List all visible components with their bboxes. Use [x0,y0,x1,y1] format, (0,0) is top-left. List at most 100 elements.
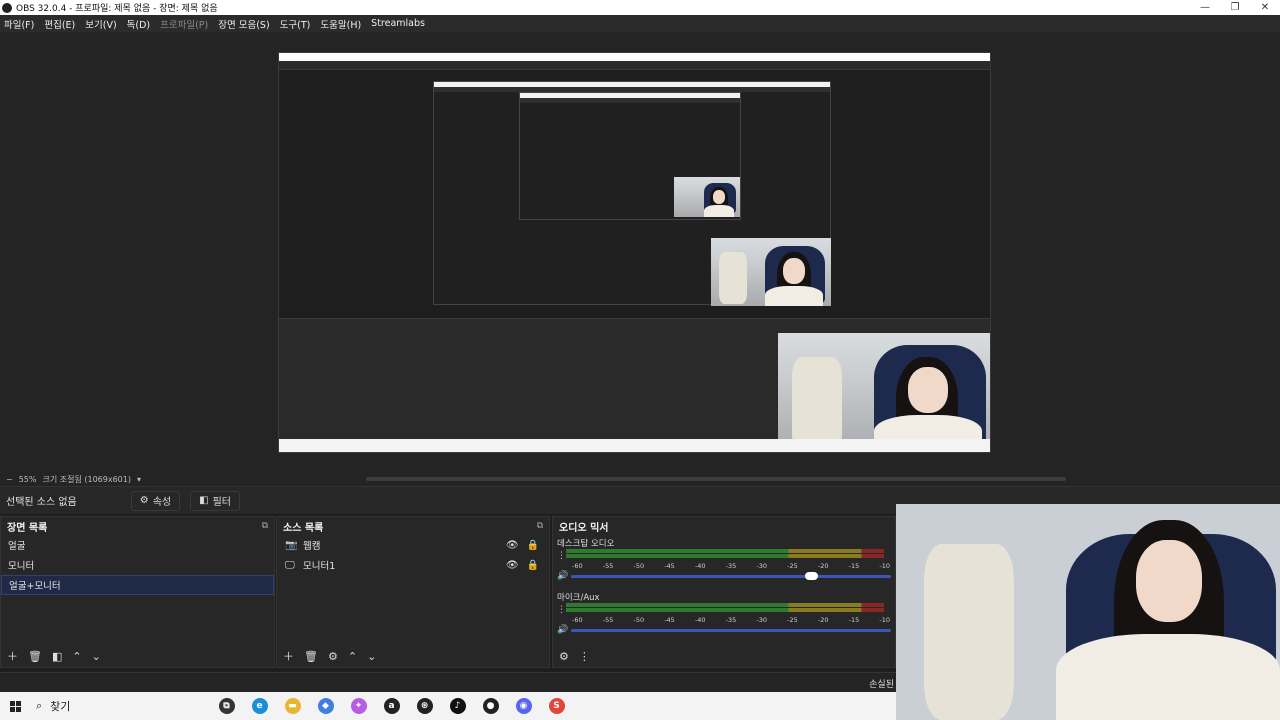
add-icon[interactable]: ＋ [283,648,294,664]
mixer-track: 데스크탑 오디오 ⋮ -60 -55 -50 -45 -40 -35 -30 -25 -20 -15-… [553,535,895,581]
task-view-icon: ⧉ [218,698,235,714]
scene-item[interactable]: 얼굴+모니터 [1,575,274,595]
scale-tick: -40 [694,616,706,624]
dock-icon[interactable]: ⧉ [537,521,543,531]
copilot-icon: ✦ [350,698,367,714]
taskbar-app[interactable]: S [540,698,573,714]
filter-icon[interactable]: ◧ [52,650,62,663]
discord-icon: ◉ [515,698,532,714]
close-button[interactable]: ✕ [1250,0,1280,15]
scene-item[interactable]: 얼굴 [1,535,274,555]
menu-item[interactable]: 도구(T) [280,17,311,31]
windows-start-icon[interactable] [0,700,30,712]
scale-tick: -50 [633,616,645,624]
restore-button[interactable]: ❐ [1220,0,1250,15]
menu-item[interactable]: 편집(E) [44,17,75,31]
minimize-button[interactable]: — [1190,0,1220,15]
trash-icon[interactable]: 🗑 [28,650,42,663]
menu-item[interactable]: Streamlabs [371,18,425,29]
windows-taskbar: ⌕ 찾기 ⧉ e ▬ ◆ ✦ a ⊛ ♪ ● ◉ S [0,692,896,720]
source-item[interactable]: 🖵 모니터1 👁 🔒 [277,555,549,575]
visibility-eye-icon[interactable]: 👁 [506,540,519,551]
gear-icon[interactable]: ⚙ [328,650,338,663]
dock-icon[interactable]: ⧉ [262,521,268,531]
horizontal-scrollbar[interactable] [366,477,1066,481]
nested-obs-preview [433,81,831,306]
nested-webcam-thumb-2 [711,238,831,306]
more-options-icon[interactable]: ⋮ [579,650,590,663]
taskbar-app[interactable]: a [375,698,408,714]
visibility-eye-icon[interactable]: 👁 [506,560,519,571]
taskbar-app[interactable]: ● [474,698,507,714]
chevron-up-icon[interactable]: ⌃ [348,650,357,663]
chevron-down-icon[interactable]: ⌄ [92,650,101,663]
taskbar-app[interactable]: ⧉ [210,698,243,714]
filters-label: 필터 [212,497,231,508]
menu-item[interactable]: 독(D) [127,17,150,31]
speaker-icon[interactable]: 🔊 [557,571,568,581]
volume-meter [566,549,884,562]
webcam-person-face [1136,540,1202,622]
scenes-title: 장면 목록 [7,522,48,534]
source-item[interactable]: 📷 웹캠 👁 🔒 [277,535,549,555]
track-menu-icon[interactable]: ⋮ [557,551,566,561]
camera-icon: 📷 [285,539,298,551]
zoom-dropdown-icon[interactable]: ▾ [137,475,141,484]
track-name: 마이크/Aux [557,593,600,603]
mixer-settings-icon[interactable]: ⚙ [559,650,569,663]
scale-tick: -20 [817,562,829,570]
webcam-overlay [896,504,1280,720]
taskbar-app[interactable]: ♪ [441,698,474,714]
scene-item[interactable]: 모니터 [1,555,274,575]
scale-tick: -15 [848,616,860,624]
trash-icon[interactable]: 🗑 [304,650,318,663]
source-controls: 👁 🔒 [506,560,539,571]
volume-row: 🔊 [557,625,891,635]
zoom-bar: − 55% 크기 조절됨 (1069x601) ▾ [0,472,1280,486]
preview-canvas[interactable] [278,52,991,453]
taskbar-app[interactable]: e [243,698,276,714]
scale-tick: -30 [756,616,768,624]
taskbar-app[interactable]: ▬ [276,698,309,714]
track-menu-icon[interactable]: ⋮ [557,605,566,615]
menu-item[interactable]: 파일(F) [4,17,34,31]
menu-item[interactable]: 장면 모음(S) [218,17,269,31]
taskbar-app[interactable]: ⊛ [408,698,441,714]
preview-area[interactable] [0,32,1280,472]
zoom-out-button[interactable]: − [6,475,13,484]
lock-icon[interactable]: 🔒 [527,560,539,571]
monitor-icon: 🖵 [285,559,295,571]
volume-meter [566,603,884,616]
volume-slider[interactable] [571,571,891,580]
nested-obs-preview-2 [519,92,741,220]
chevron-down-icon[interactable]: ⌄ [367,650,376,663]
volume-knob[interactable] [804,571,818,580]
filters-button[interactable]: ◧ 필터 [190,490,240,511]
sources-title: 소스 목록 [283,522,324,534]
scale-tick: -35 [725,616,737,624]
properties-button[interactable]: ⚙ 속성 [130,490,181,511]
meter-row: ⋮ [557,603,891,616]
chevron-up-icon[interactable]: ⌃ [72,650,81,663]
scale-tick: -45 [664,562,675,570]
mixer-header: 오디오 믹서 [553,517,895,535]
audio-mixer-panel: 오디오 믹서 데스크탑 오디오 ⋮ -60 -55 -50 -45 -40 -35 -30 -25… [552,516,896,668]
menu-item[interactable]: 프로파일(P) [160,17,208,31]
source-label: 모니터1 [303,561,336,572]
menu-item[interactable]: 보기(V) [85,17,116,31]
taskbar-search[interactable]: ⌕ 찾기 [30,695,210,717]
scale-tick: -25 [787,562,798,570]
filter-icon: ◧ [199,495,209,506]
taskbar-app[interactable]: ✦ [342,698,375,714]
lock-icon[interactable]: 🔒 [527,540,539,551]
scale-tick: -60 [572,616,583,624]
speaker-icon[interactable]: 🔊 [557,625,568,635]
add-icon[interactable]: ＋ [7,648,18,664]
volume-slider[interactable] [571,628,891,632]
taskbar-app[interactable]: ◆ [309,698,342,714]
taskbar-app[interactable]: ◉ [507,698,540,714]
menu-item[interactable]: 도움말(H) [320,17,361,31]
scale-tick: -10 [879,616,890,624]
search-label: 찾기 [50,700,71,713]
title-bar: OBS 32.0.4 - 프로파일: 제목 없음 - 장면: 제목 없음 — ❐… [0,0,1280,15]
